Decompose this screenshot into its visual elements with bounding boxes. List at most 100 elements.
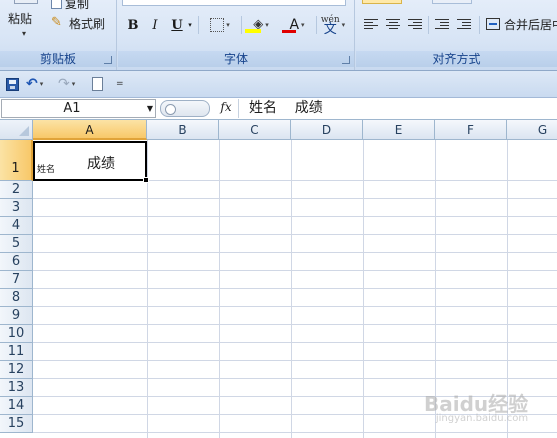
font-dialog-launcher-icon[interactable] [342,56,350,64]
formula-input[interactable]: 姓名 成绩 [238,99,557,118]
font-name-combo[interactable] [122,0,346,6]
row-header-6[interactable]: 6 [0,253,33,271]
chevron-down-icon: ▾ [71,80,76,88]
formula-bar: A1 ▼ fx 姓名 成绩 [0,98,557,120]
customize-qat-button[interactable]: = [116,76,124,92]
borders-icon [210,18,225,32]
quick-access-toolbar: ↶ ▾ ↷ ▾ = [0,71,557,98]
font-separator [316,16,317,34]
row-header-10[interactable]: 10 [0,325,33,343]
underline-dropdown-icon[interactable]: ▾ [186,14,194,36]
row-header-11[interactable]: 11 [0,343,33,361]
formula-bar-resize-handle[interactable] [160,100,210,117]
chevron-down-icon[interactable]: ▼ [147,104,153,113]
phonetic-guide-button[interactable]: wén 文 ▾ [319,14,347,37]
grid-line [363,140,364,438]
grid-line [33,342,557,343]
row-header-9[interactable]: 9 [0,307,33,325]
borders-button[interactable]: ▾ [202,14,238,36]
insert-function-button[interactable]: fx [216,100,236,117]
bold-button[interactable]: B [123,14,143,36]
grid-line [33,306,557,307]
grid-line [33,270,557,271]
redo-button[interactable]: ↷ ▾ [58,76,75,92]
copy-button[interactable]: 复制 [51,0,89,12]
name-box[interactable]: A1 ▼ [1,99,156,118]
chevron-down-icon: ▾ [265,21,269,29]
chevron-down-icon: ▾ [301,21,305,29]
undo-icon: ↶ [26,76,38,92]
cell-a1-name-text: 姓名 [37,165,56,175]
copy-label: 复制 [65,0,90,11]
cell-a1-score-text: 成绩 [87,156,115,172]
column-header-b[interactable]: B [147,120,219,140]
format-painter-icon: ✎ [51,15,62,30]
row-header-2[interactable]: 2 [0,181,33,199]
row-header-13[interactable]: 13 [0,379,33,397]
row-header-7[interactable]: 7 [0,271,33,289]
phonetic-icon: wén 文 [321,16,340,37]
alignment-group-label: 对齐方式 [356,51,557,67]
redo-icon: ↷ [58,76,70,92]
fill-handle[interactable] [143,177,149,183]
column-header-c[interactable]: C [219,120,291,140]
grid-line [147,140,148,438]
row-header-5[interactable]: 5 [0,235,33,253]
column-header-f[interactable]: F [435,120,507,140]
row-header-4[interactable]: 4 [0,217,33,235]
grid-line [33,198,557,199]
align-separator [479,16,480,34]
worksheet-grid[interactable]: A B C D E F G 1 2 3 4 5 6 7 8 9 10 11 12… [0,120,557,438]
grid-line [33,432,557,433]
cell-a1[interactable]: 姓名 成绩 [33,141,147,181]
row-header-1[interactable]: 1 [0,140,33,181]
row-header-15[interactable]: 15 [0,415,33,433]
merge-center-button[interactable]: 合并后居中 [486,14,557,34]
column-header-a[interactable]: A [33,120,147,140]
grid-line [291,140,292,438]
ribbon: 粘贴 ▾ 复制 ✎ 格式刷 剪贴板 B I U ▾ ▾ ◈ ▾ A ▾ wén … [0,0,557,71]
fill-color-button[interactable]: ◈ ▾ [244,14,278,36]
wrap-button-edge[interactable] [432,0,472,4]
column-header-e[interactable]: E [363,120,435,140]
save-button[interactable] [6,76,19,92]
align-right-button[interactable] [405,14,425,34]
align-left-button[interactable] [361,14,381,34]
row-header-14[interactable]: 14 [0,397,33,415]
save-icon [6,77,19,91]
name-box-value: A1 [63,101,81,116]
column-header-d[interactable]: D [291,120,363,140]
paste-button[interactable]: 粘贴 ▾ [6,0,46,50]
clipboard-dialog-launcher-icon[interactable] [104,56,112,64]
paste-label: 粘贴 [8,12,33,26]
select-all-button[interactable] [0,120,33,140]
row-header-12[interactable]: 12 [0,361,33,379]
watermark-sub: jingyan.baidu.com [435,413,529,424]
baidu-watermark: Baidu经验 jingyan.baidu.com [424,388,528,424]
underline-button[interactable]: U [167,14,187,36]
row-header-8[interactable]: 8 [0,289,33,307]
clipboard-group-label: 剪贴板 [0,51,116,67]
italic-button[interactable]: I [145,14,165,36]
format-painter-button[interactable]: ✎ 格式刷 [51,14,105,32]
font-color-swatch [282,30,296,33]
undo-button[interactable]: ↶ ▾ [26,76,43,92]
grid-line [33,252,557,253]
new-button[interactable] [92,76,103,92]
column-header-g[interactable]: G [507,120,557,140]
row-header-3[interactable]: 3 [0,199,33,217]
format-painter-label: 格式刷 [69,16,106,31]
grid-line [33,288,557,289]
decrease-indent-button[interactable] [432,14,452,34]
clipboard-icon [14,0,38,4]
increase-indent-button[interactable] [454,14,474,34]
align-center-button[interactable] [383,14,403,34]
font-group: B I U ▾ ▾ ◈ ▾ A ▾ wén 文 ▾ 字体 [118,0,355,70]
merge-center-label: 合并后居中 [504,17,557,32]
chevron-down-icon: ▾ [341,21,346,29]
chevron-down-icon: ▾ [22,29,27,38]
new-document-icon [92,77,103,91]
orientation-button-edge[interactable] [362,0,402,4]
font-separator [241,16,242,34]
font-color-button[interactable]: A ▾ [280,14,314,36]
